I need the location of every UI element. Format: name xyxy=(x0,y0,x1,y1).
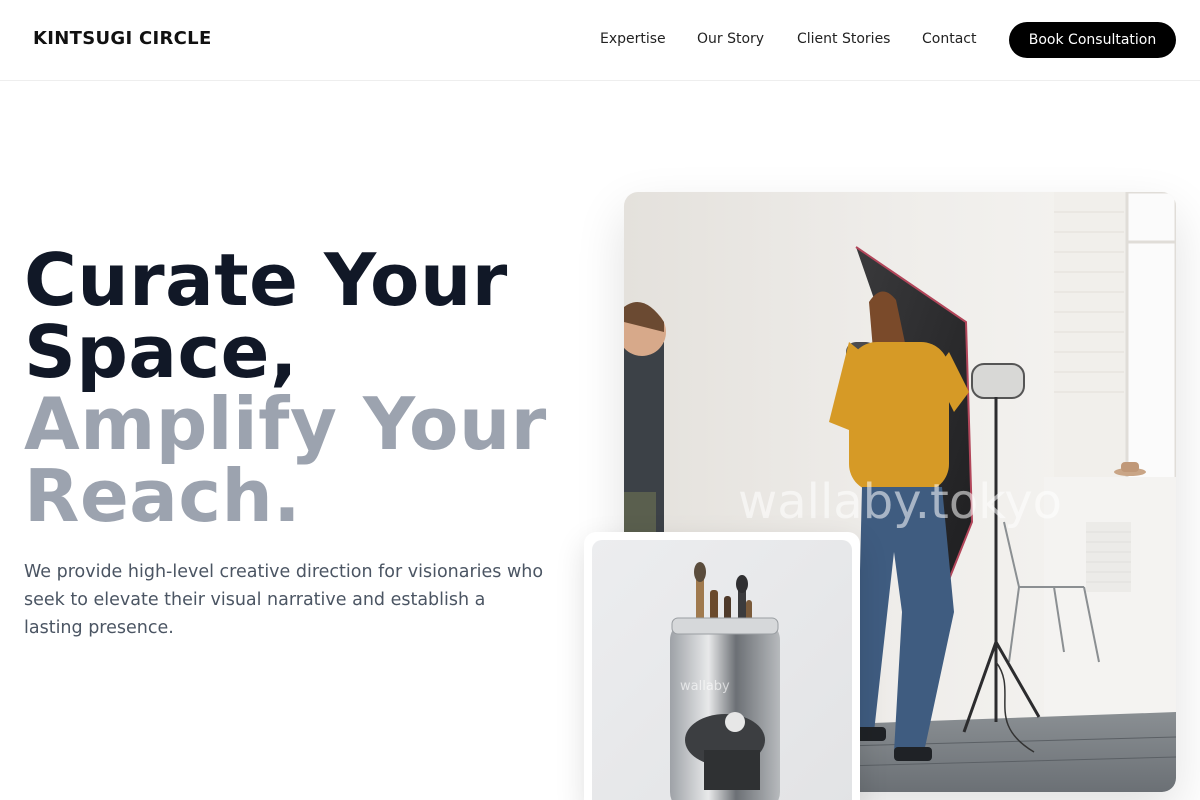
secondary-photo-brush-jar: wallaby xyxy=(592,540,852,800)
book-consultation-button[interactable]: Book Consultation xyxy=(1009,22,1176,58)
hero-heading-line: Space, xyxy=(24,310,298,394)
nav-link-expertise[interactable]: Expertise xyxy=(600,31,666,47)
secondary-photo-card: wallaby xyxy=(584,532,860,800)
nav-link-contact[interactable]: Contact xyxy=(922,31,976,47)
hero-heading-accent-line: Reach. xyxy=(24,454,302,538)
hero-heading-accent-line: Amplify Your xyxy=(24,382,547,466)
site-header: KINTSUGI CIRCLE Expertise Our Story Clie… xyxy=(0,0,1200,81)
hero-heading-line: Curate Your xyxy=(24,238,508,322)
hero-heading: Curate Your Space, Amplify Your Reach. xyxy=(24,244,584,532)
nav-link-client-stories[interactable]: Client Stories xyxy=(797,31,890,47)
nav-link-our-story[interactable]: Our Story xyxy=(697,31,764,47)
site-logo[interactable]: KINTSUGI CIRCLE xyxy=(33,28,212,49)
photo-watermark-small: wallaby xyxy=(680,679,730,694)
hero-description: We provide high-level creative direction… xyxy=(24,562,544,638)
photo-watermark: wallaby.tokyo xyxy=(738,474,1062,530)
